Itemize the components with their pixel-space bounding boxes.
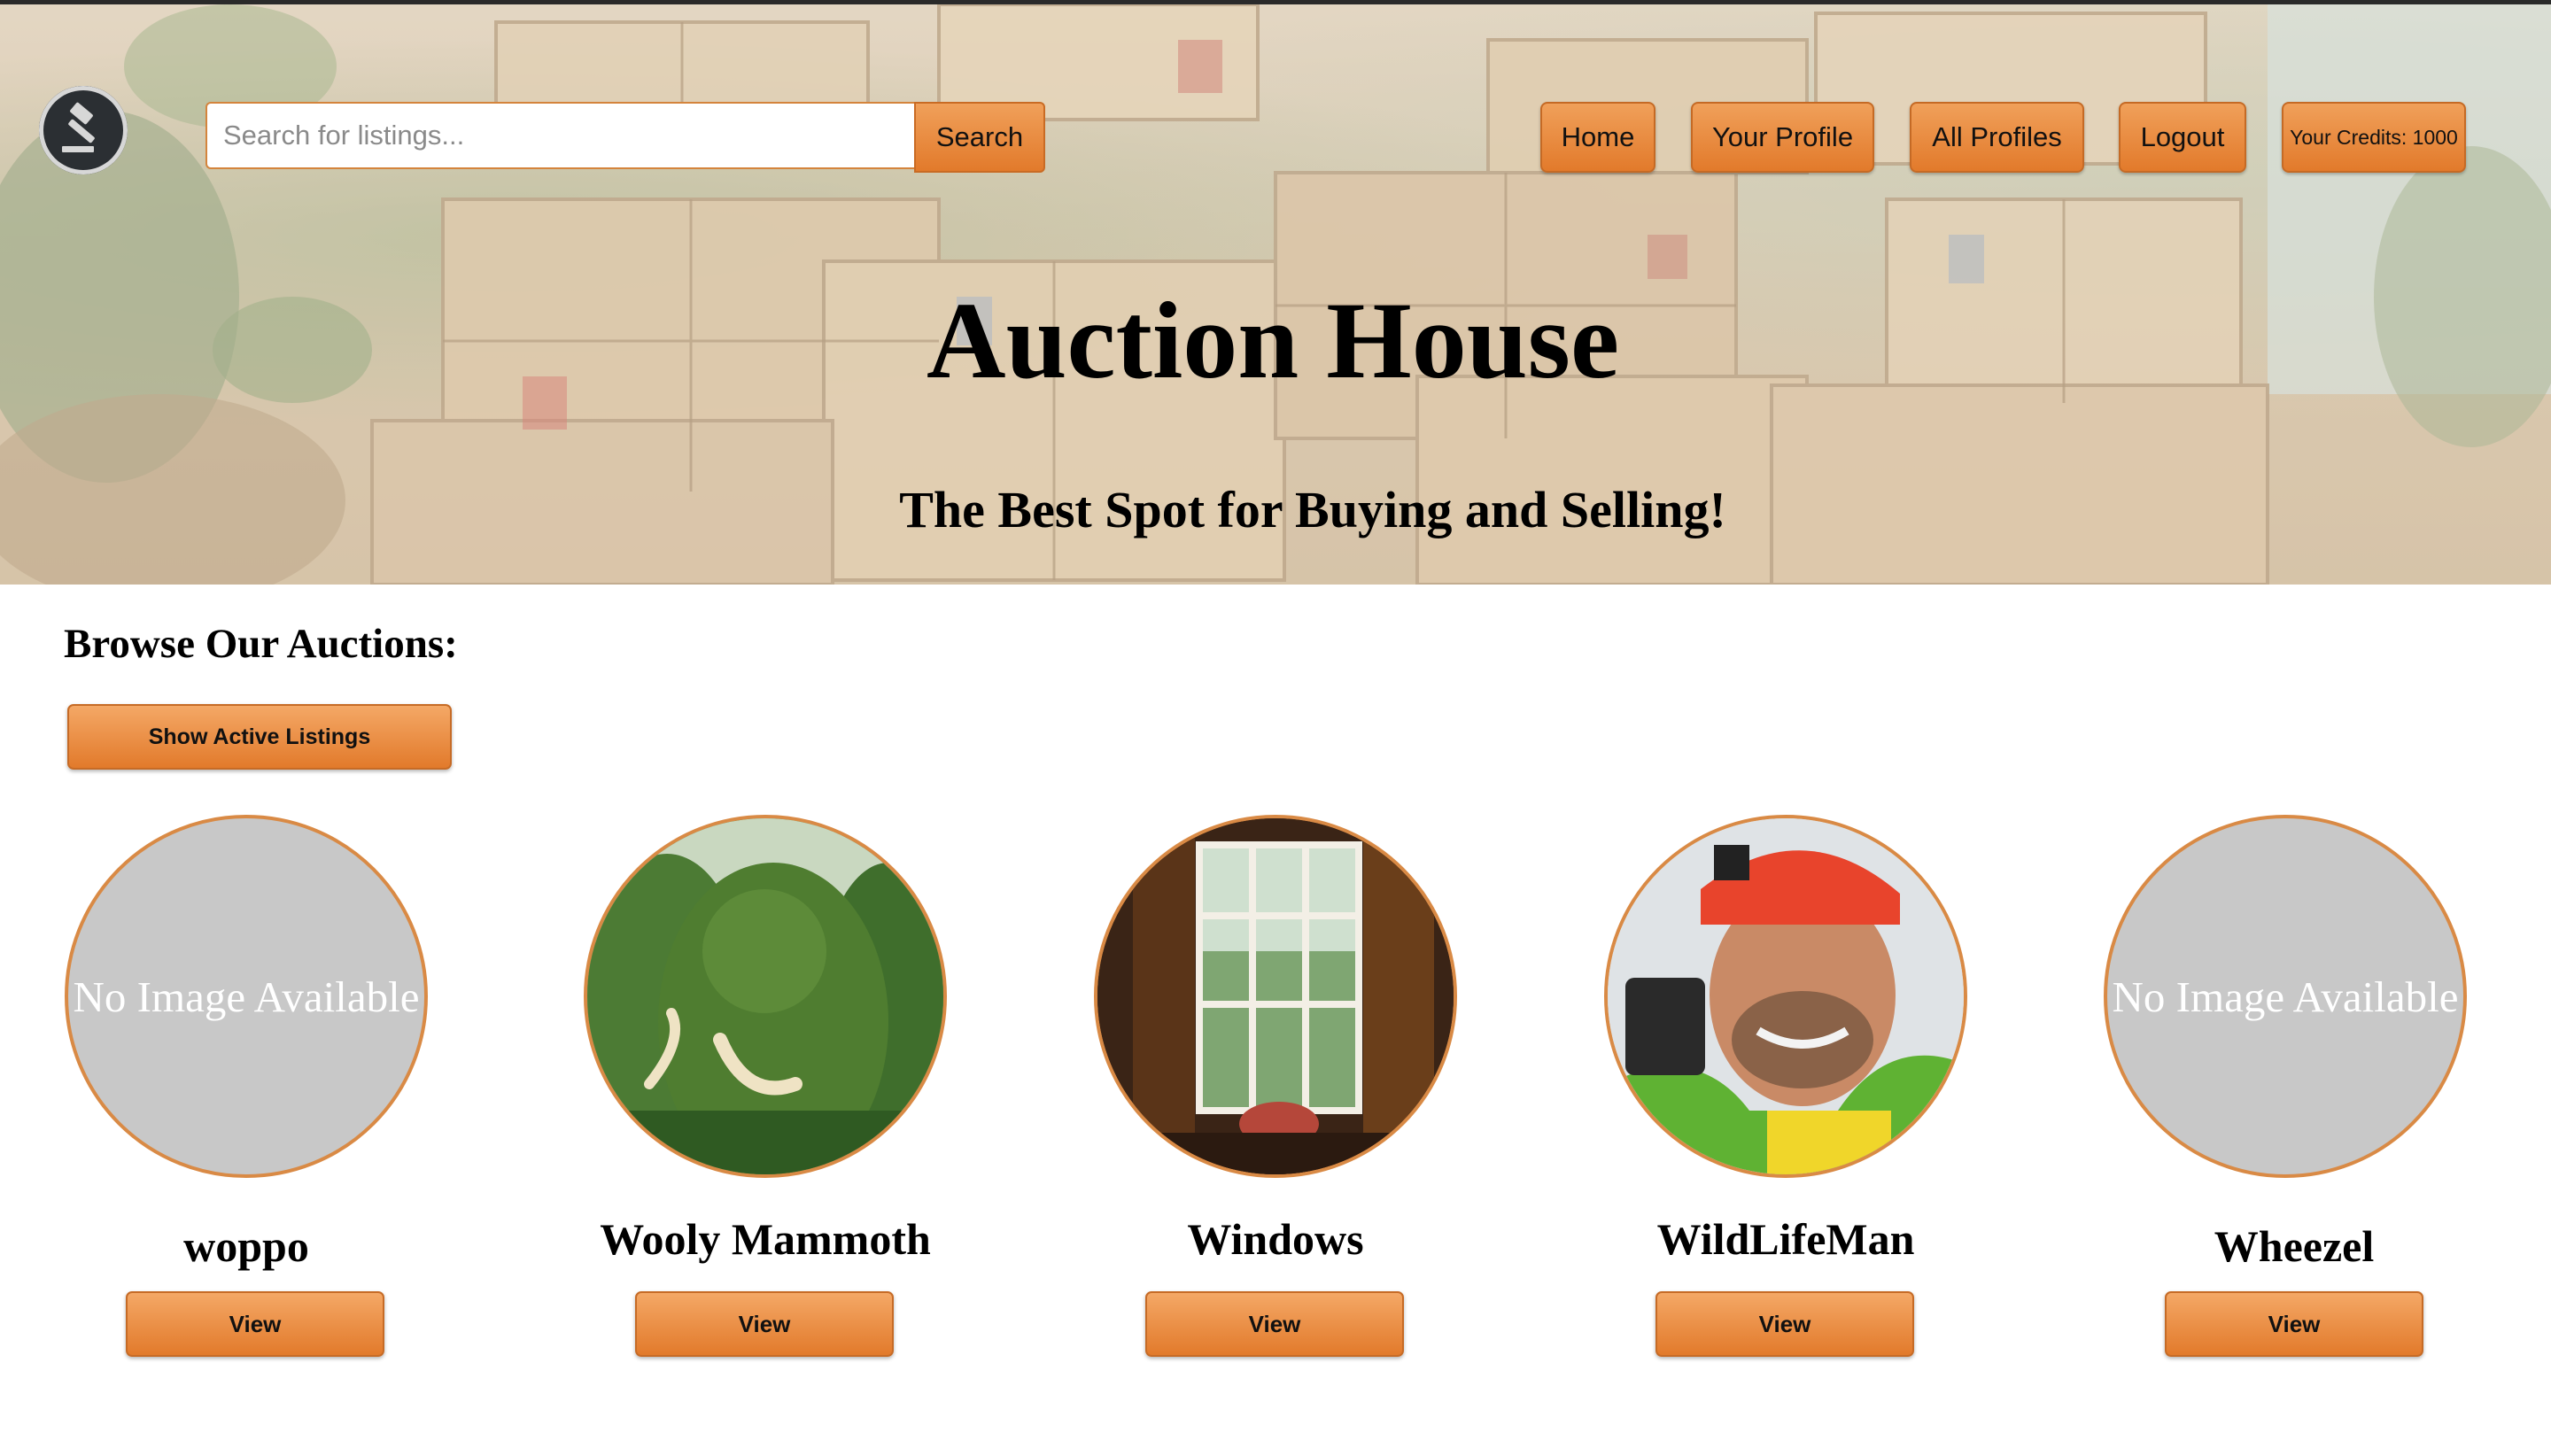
gavel-logo[interactable] — [39, 86, 128, 174]
window-interior-image — [1097, 818, 1454, 1174]
profile-card: No Image Available woppo View — [65, 815, 428, 1364]
page-subtitle: The Best Spot for Buying and Selling! — [899, 481, 1726, 538]
profile-avatar-placeholder[interactable]: No Image Available — [65, 815, 428, 1178]
view-button[interactable]: View — [1655, 1291, 1914, 1357]
nav-all-profiles-button[interactable]: All Profiles — [1910, 102, 2084, 173]
profile-name: Wheezel — [2214, 1221, 2375, 1271]
search-button[interactable]: Search — [914, 102, 1045, 173]
no-image-text: No Image Available — [73, 972, 420, 1021]
profile-avatar-placeholder[interactable]: No Image Available — [2104, 815, 2467, 1178]
view-button[interactable]: View — [2165, 1291, 2423, 1357]
profile-name: Wooly Mammoth — [600, 1214, 931, 1264]
profile-name: Windows — [1187, 1214, 1364, 1264]
profile-card: Windows View — [1094, 815, 1457, 1364]
nav-home-button[interactable]: Home — [1540, 102, 1655, 173]
moss-mammoth-image — [587, 818, 943, 1174]
profile-name: WildLifeMan — [1656, 1214, 1915, 1264]
no-image-text: No Image Available — [2112, 972, 2459, 1021]
view-button[interactable]: View — [1145, 1291, 1404, 1357]
show-active-listings-button[interactable]: Show Active Listings — [67, 704, 452, 770]
profile-name: woppo — [183, 1221, 309, 1271]
hero-banner: Search Home Your Profile All Profiles Lo… — [0, 4, 2551, 585]
profile-avatar-image[interactable] — [584, 815, 947, 1178]
view-button[interactable]: View — [126, 1291, 384, 1357]
nav-logout-button[interactable]: Logout — [2119, 102, 2246, 173]
search-input[interactable] — [205, 102, 914, 169]
profile-avatar-image[interactable] — [1604, 815, 1967, 1178]
nav-your-profile-button[interactable]: Your Profile — [1691, 102, 1874, 173]
browse-heading: Browse Our Auctions: — [64, 621, 458, 667]
view-button[interactable]: View — [635, 1291, 894, 1357]
credits-badge: Your Credits: 1000 — [2282, 102, 2466, 173]
profile-avatar-image[interactable] — [1094, 815, 1457, 1178]
gavel-icon — [62, 102, 95, 152]
profile-card: Wooly Mammoth View — [584, 815, 947, 1364]
profile-card: WildLifeMan View — [1604, 815, 1967, 1364]
man-red-hat-image — [1608, 818, 1964, 1174]
search-bar: Search — [205, 102, 1045, 173]
profile-card: No Image Available Wheezel View — [2104, 815, 2467, 1364]
page-title: Auction House — [927, 280, 1619, 401]
